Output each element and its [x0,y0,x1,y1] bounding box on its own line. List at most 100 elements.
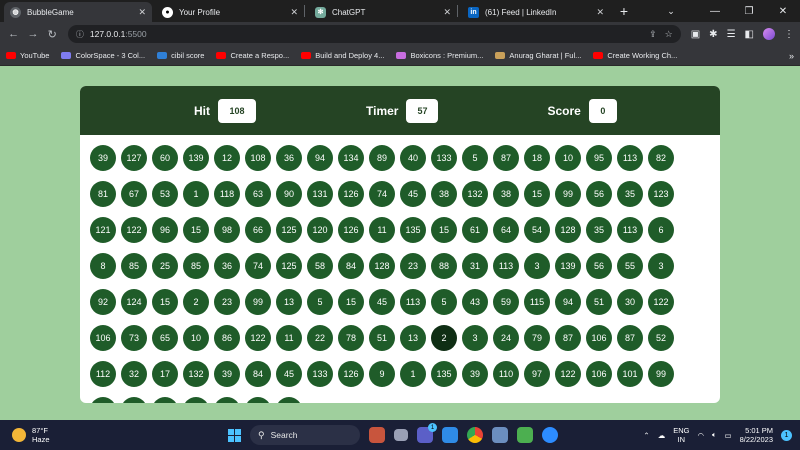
bubble[interactable]: 74 [245,253,271,279]
bubble[interactable]: 38 [493,181,519,207]
bubble[interactable]: 15 [152,289,178,315]
bubble[interactable]: 65 [152,325,178,351]
bubble[interactable]: 5 [431,289,457,315]
bubble[interactable]: 84 [245,361,271,387]
bubble[interactable]: 95 [586,145,612,171]
bubble[interactable]: 94 [307,145,333,171]
bubble[interactable]: 122 [555,361,581,387]
bubble[interactable]: 132 [183,361,209,387]
chevron-up-icon[interactable]: ⌃ [643,431,649,440]
bubble[interactable]: 139 [555,253,581,279]
bubble[interactable]: 112 [90,361,116,387]
bubble[interactable]: 98 [214,217,240,243]
bubble[interactable]: 34 [245,397,271,403]
bubble[interactable]: 113 [493,253,519,279]
bookmark-anurag[interactable]: Anurag Gharat | Ful... [495,51,581,60]
bubble[interactable]: 132 [462,181,488,207]
bubble[interactable]: 59 [493,289,519,315]
bubble[interactable]: 2 [431,325,457,351]
bubble[interactable]: 87 [493,145,519,171]
bubble[interactable]: 66 [245,217,271,243]
bubble[interactable]: 127 [121,145,147,171]
bubble[interactable]: 64 [493,217,519,243]
bubble[interactable]: 35 [617,181,643,207]
bubble[interactable]: 23 [400,253,426,279]
bubble[interactable]: 56 [586,253,612,279]
bubble[interactable]: 84 [338,253,364,279]
bubble[interactable]: 6 [648,217,674,243]
bubble[interactable]: 53 [152,181,178,207]
bubble[interactable]: 88 [431,253,457,279]
bubble[interactable]: 106 [586,325,612,351]
bubble[interactable]: 58 [307,253,333,279]
bubble[interactable]: 2 [183,289,209,315]
bubble[interactable]: 11 [276,325,302,351]
notification-badge[interactable]: 1 [781,429,792,441]
bubble[interactable]: 3 [524,253,550,279]
bubble[interactable]: 85 [121,253,147,279]
bubble[interactable]: 133 [307,361,333,387]
bubble[interactable]: 38 [431,181,457,207]
bubble[interactable]: 126 [338,217,364,243]
bubble[interactable]: 24 [493,325,519,351]
bubble[interactable]: 51 [369,325,395,351]
bubble[interactable]: 36 [276,145,302,171]
bubble[interactable]: 73 [121,325,147,351]
bubble[interactable]: 17 [152,361,178,387]
bubble[interactable]: 15 [431,217,457,243]
wifi-icon[interactable]: ◠ [697,431,704,440]
bubble[interactable]: 8 [90,253,116,279]
profile-avatar[interactable] [762,28,775,40]
tab-chatgpt[interactable]: ✻ ChatGPT ✕ [309,2,457,22]
bubble[interactable]: 131 [307,181,333,207]
bubble[interactable]: 79 [524,325,550,351]
bubble[interactable]: 12 [214,145,240,171]
bubble[interactable]: 22 [307,325,333,351]
tab-your-profile[interactable]: ● Your Profile ✕ [156,2,304,22]
bookmark-colorspace[interactable]: ColorSpace - 3 Col... [61,51,145,60]
minimize-icon[interactable]: — [698,6,732,17]
bookmark-build-deploy[interactable]: Build and Deploy 4... [301,51,384,60]
bubble[interactable]: 82 [648,145,674,171]
bubble[interactable]: 99 [183,397,209,403]
bookmark-youtube[interactable]: YouTube [6,51,49,60]
bubble[interactable]: 40 [400,145,426,171]
close-icon[interactable]: ✕ [290,7,298,18]
bubble[interactable]: 113 [400,289,426,315]
bubble[interactable]: 30 [617,289,643,315]
bubble[interactable]: 3 [648,253,674,279]
restore-icon[interactable]: ❐ [732,6,766,17]
bubble[interactable]: 15 [524,181,550,207]
bubble[interactable]: 36 [214,253,240,279]
bubble[interactable]: 74 [369,181,395,207]
bubble[interactable]: 61 [462,217,488,243]
bubble[interactable]: 126 [338,361,364,387]
bubble[interactable]: 126 [338,181,364,207]
bubble[interactable]: 39 [462,361,488,387]
bubble[interactable]: 106 [90,325,116,351]
bubble[interactable]: 23 [214,289,240,315]
bubble[interactable]: 60 [152,145,178,171]
bubble[interactable]: 9 [369,361,395,387]
bubble[interactable]: 63 [245,181,271,207]
bubble[interactable]: 18 [524,145,550,171]
bubble[interactable]: 135 [431,361,457,387]
bubble[interactable]: 32 [121,361,147,387]
task-view-icon[interactable] [394,429,408,441]
menu-icon[interactable]: ⋮ [784,29,794,40]
bubble[interactable]: 5 [462,145,488,171]
bubble[interactable]: 39 [214,361,240,387]
zoom-icon[interactable] [542,427,558,443]
bubble[interactable]: 133 [431,145,457,171]
teams-icon[interactable]: 1 [417,423,437,443]
bubble[interactable]: 81 [90,181,116,207]
bubble[interactable]: 124 [121,289,147,315]
bubble[interactable]: 51 [586,289,612,315]
bubble[interactable]: 13 [276,289,302,315]
bubble[interactable]: 122 [648,289,674,315]
bubble[interactable]: 110 [493,361,519,387]
bubble[interactable]: 86 [214,325,240,351]
bubble[interactable]: 45 [369,289,395,315]
clock[interactable]: 5:01 PM 8/22/2023 [740,426,773,444]
weather-widget[interactable]: 87°F Haze [12,426,50,444]
